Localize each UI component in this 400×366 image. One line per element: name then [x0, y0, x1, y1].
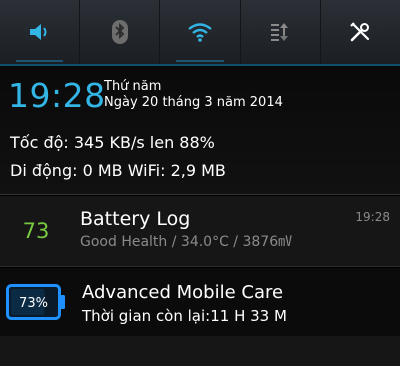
- notification-battery-log[interactable]: 73 Battery Log Good Health / 34.0°C / 38…: [0, 196, 400, 267]
- notification-subtitle: Good Health / 34.0°C / 3876㎷: [80, 234, 293, 250]
- status-panel: 19:28 Thứ năm Ngày 20 tháng 3 năm 2014 T…: [0, 66, 400, 195]
- clock[interactable]: 19:28: [8, 74, 106, 118]
- data-sync-icon: [271, 23, 289, 41]
- data-usage-line: Di động: 0 MB WiFi: 2,9 MB: [10, 161, 226, 180]
- date-block[interactable]: Thứ năm Ngày 20 tháng 3 năm 2014: [104, 79, 283, 111]
- wifi-toggle[interactable]: [160, 0, 241, 64]
- settings-tools-icon: [350, 22, 370, 42]
- wifi-icon: [188, 23, 212, 42]
- battery-badge: 73: [22, 219, 50, 243]
- notification-subtitle: Thời gian còn lại:11 H 33 M: [82, 307, 287, 325]
- empty-notification-row: [0, 336, 400, 366]
- notification-title: Advanced Mobile Care: [82, 282, 284, 303]
- notification-advanced-mobile-care[interactable]: 73% Advanced Mobile Care Thời gian còn l…: [0, 268, 400, 339]
- notification-title: Battery Log: [80, 208, 191, 230]
- settings-toggle[interactable]: [321, 0, 400, 64]
- date: Ngày 20 tháng 3 năm 2014: [104, 95, 283, 110]
- data-sync-toggle[interactable]: [241, 0, 321, 64]
- notification-time: 19:28: [355, 210, 390, 224]
- battery-icon: 73%: [6, 284, 66, 320]
- network-speed-line: Tốc độ: 345 KB/s len 88%: [10, 133, 215, 152]
- bluetooth-icon: [111, 20, 128, 44]
- battery-percent: 73%: [19, 296, 48, 311]
- quick-settings-bar: [0, 0, 400, 64]
- sound-icon: [29, 24, 47, 40]
- bluetooth-toggle[interactable]: [80, 0, 161, 64]
- sound-toggle[interactable]: [0, 0, 81, 64]
- weekday: Thứ năm: [104, 79, 162, 94]
